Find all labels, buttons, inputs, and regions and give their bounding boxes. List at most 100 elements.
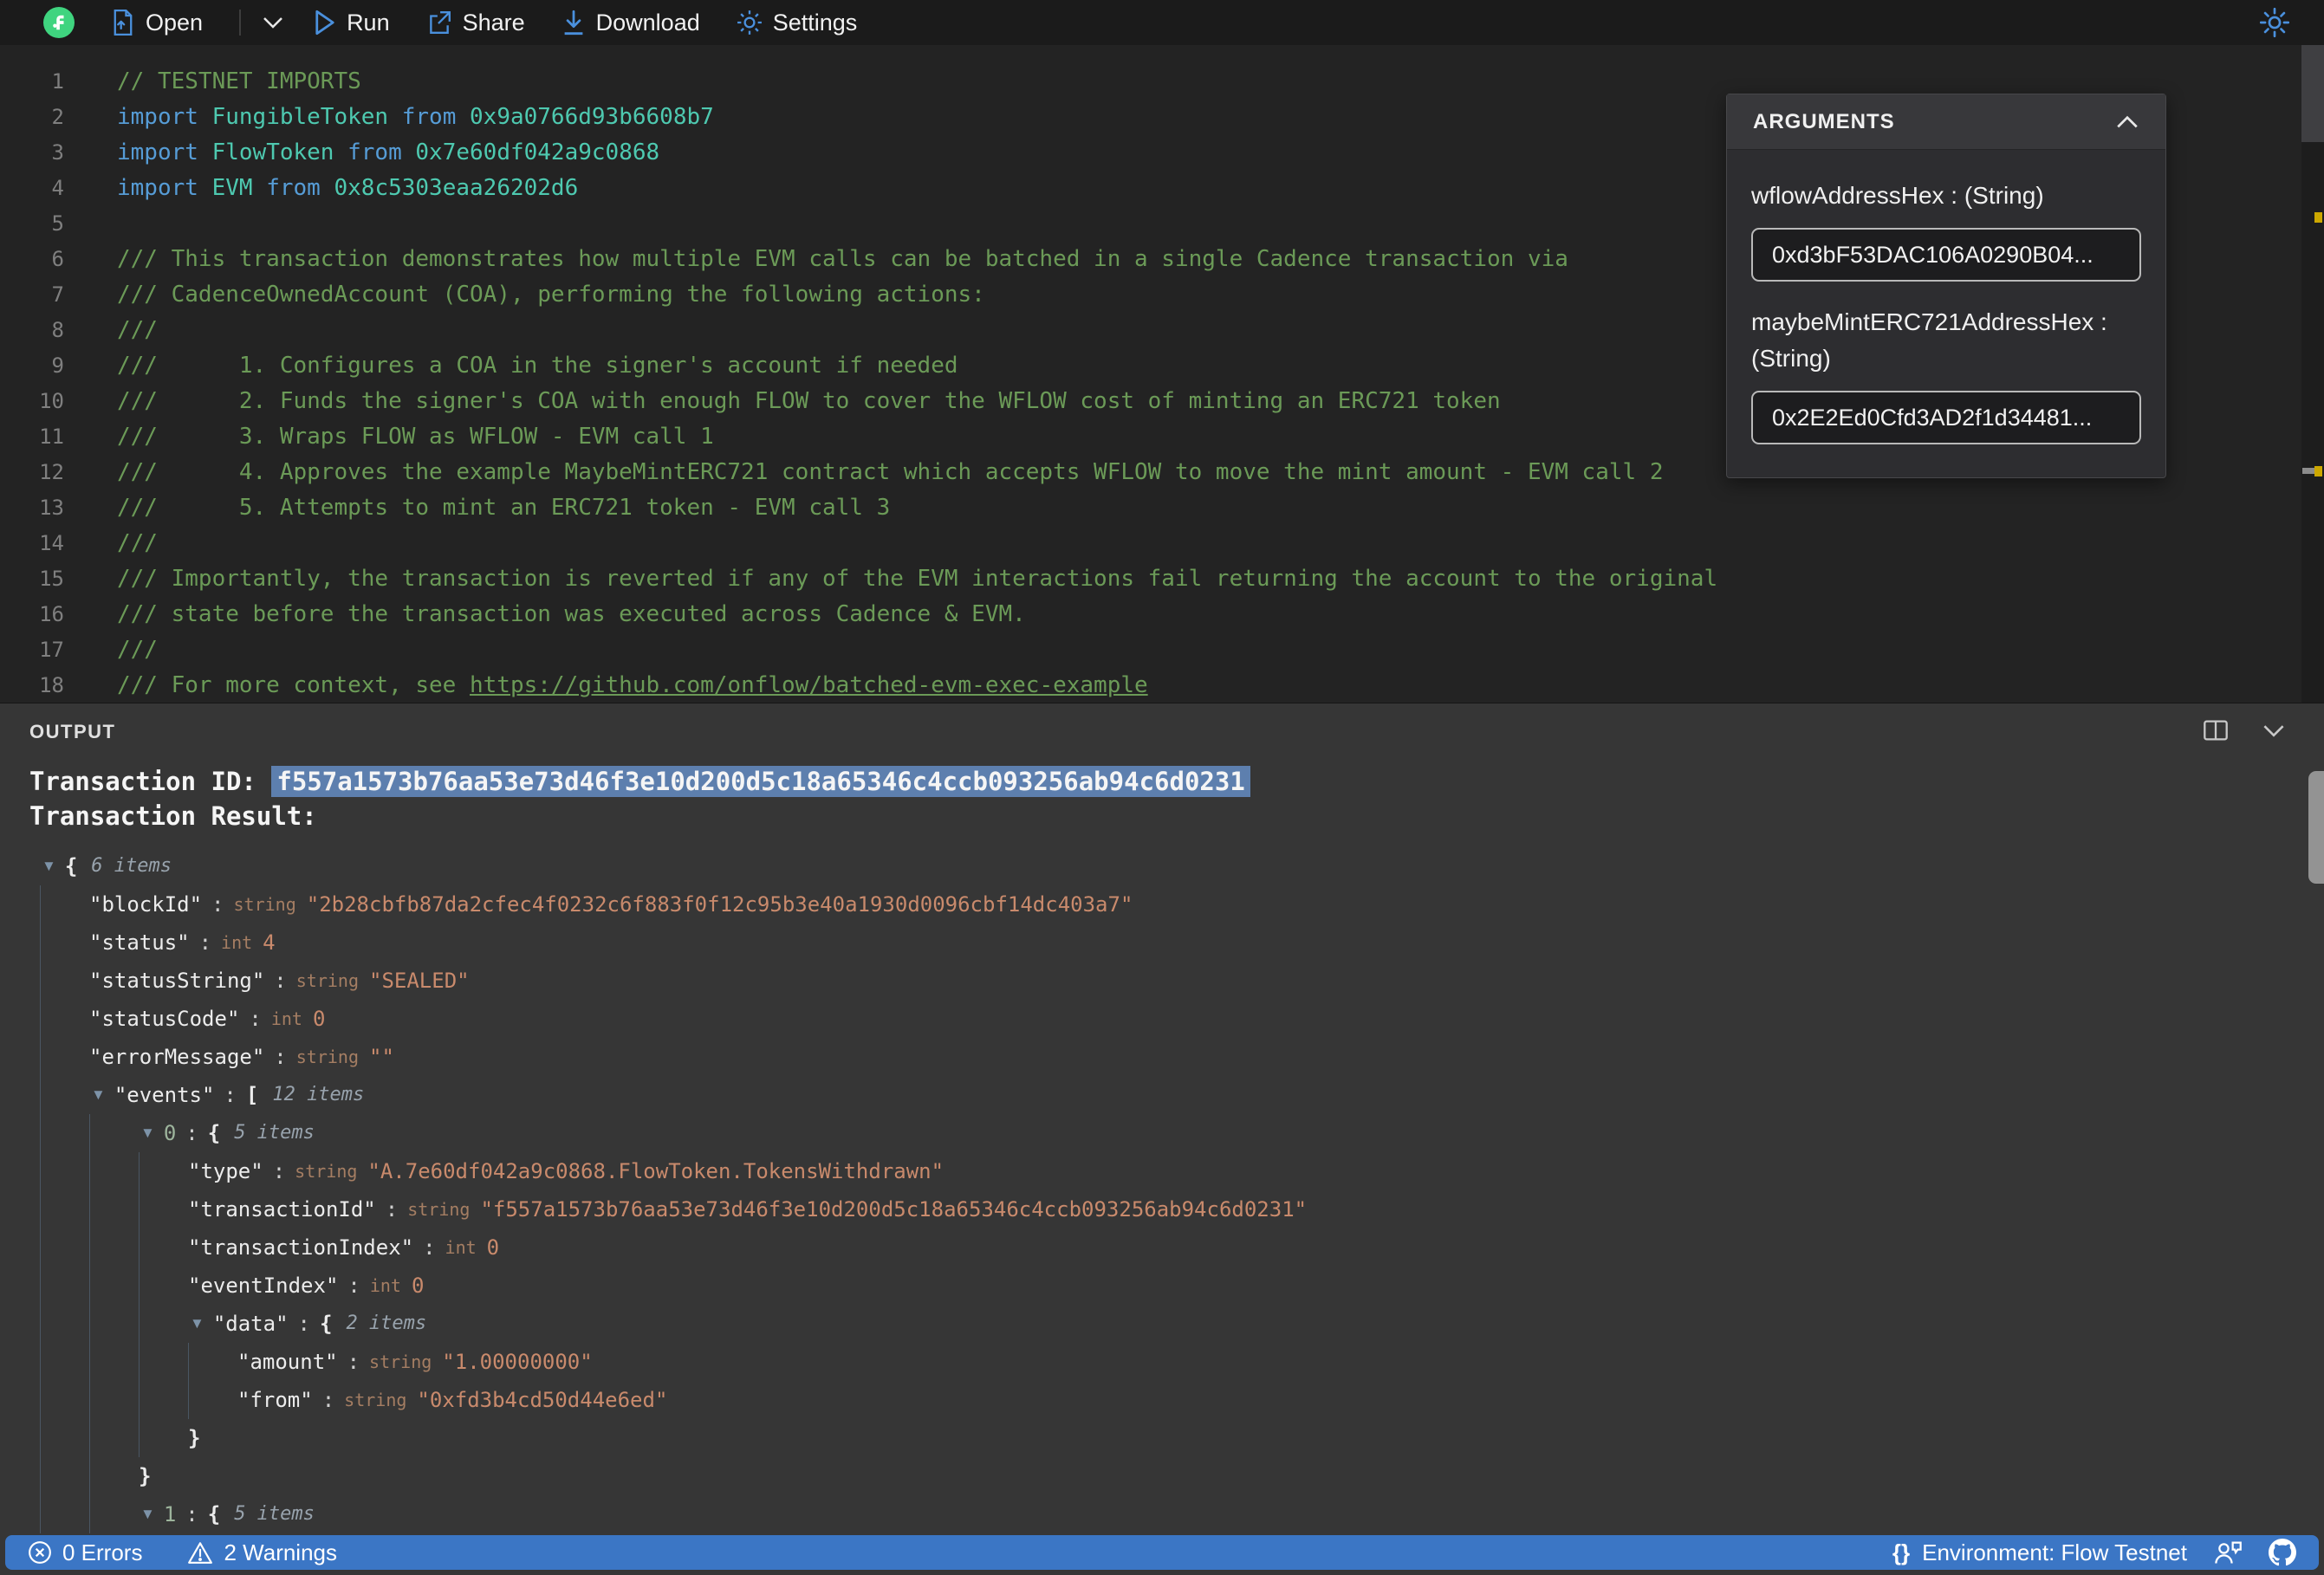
code-token: /// 5. Attempts to mint an ERC721 token … — [117, 495, 891, 521]
indent-guide — [89, 1305, 139, 1343]
json-type-label: string — [295, 1047, 359, 1067]
line-number: 14 — [39, 531, 64, 555]
chevron-up-icon[interactable] — [2115, 114, 2139, 130]
indent-guide — [89, 1381, 139, 1419]
play-icon — [315, 10, 334, 36]
chevron-down-icon — [263, 17, 282, 29]
open-dropdown-button[interactable] — [262, 16, 284, 29]
collapse-arrow-icon[interactable]: ▼ — [140, 1114, 155, 1152]
indent-guide — [40, 1076, 89, 1114]
code-line: /// — [117, 526, 1717, 561]
download-button[interactable]: Download — [562, 10, 700, 36]
indent-guide — [89, 1228, 139, 1267]
github-icon[interactable] — [2269, 1539, 2296, 1566]
collapse-arrow-icon[interactable]: ▼ — [42, 847, 56, 885]
indent-guide — [40, 1267, 89, 1305]
code-line: /// 5. Attempts to mint an ERC721 token … — [117, 490, 1717, 526]
indent-guide — [40, 1343, 89, 1381]
json-open-brace: { — [207, 1502, 221, 1526]
code-line: /// CadenceOwnedAccount (COA), performin… — [117, 277, 1717, 313]
arguments-panel-header[interactable]: ARGUMENTS — [1727, 94, 2165, 150]
errors-indicator[interactable]: 0 Errors — [28, 1539, 142, 1566]
editor-scrollbar-thumb[interactable] — [2301, 45, 2324, 142]
line-number: 1 — [51, 69, 64, 94]
code-token: /// CadenceOwnedAccount (COA), performin… — [117, 282, 985, 308]
open-button[interactable]: Open — [111, 10, 203, 36]
json-row: } — [29, 1457, 2324, 1495]
code-line: /// 4. Approves the example MaybeMintERC… — [117, 455, 1717, 490]
json-value: 0 — [486, 1235, 500, 1260]
theme-toggle-button[interactable] — [2260, 8, 2289, 37]
code-token: import — [117, 104, 198, 130]
line-number: 8 — [51, 318, 64, 342]
indent-guide — [89, 1190, 139, 1228]
indent-guide — [139, 1305, 188, 1343]
json-key: "transactionId" — [188, 1197, 376, 1222]
indent-guide — [40, 1190, 89, 1228]
share-button[interactable]: Share — [426, 10, 525, 36]
environment-label: Environment: Flow Testnet — [1922, 1539, 2187, 1565]
toolbar-divider — [239, 10, 242, 36]
json-key: "events" — [114, 1083, 215, 1107]
json-colon: : — [321, 1388, 335, 1412]
indent-guide — [139, 1190, 188, 1228]
code-token: /// state before the transaction was exe… — [117, 601, 1026, 627]
indent-guide — [40, 1228, 89, 1267]
code-line: import FlowToken from 0x7e60df042a9c0868 — [117, 135, 1717, 171]
json-value: 0 — [411, 1274, 425, 1298]
flow-logo[interactable] — [43, 7, 75, 38]
json-tree: ▼ {6 items "blockId": string "2b28cbfb87da2c… — [29, 847, 2324, 1533]
collapse-arrow-icon[interactable]: ▼ — [190, 1305, 204, 1343]
json-close-brace: } — [139, 1464, 152, 1488]
code-link[interactable]: https://github.com/onflow/batched-evm-ex… — [470, 672, 1148, 698]
line-number: 18 — [39, 673, 64, 697]
json-colon: : — [347, 1274, 360, 1298]
warnings-indicator[interactable]: 2 Warnings — [187, 1539, 337, 1566]
code-line: import FungibleToken from 0x9a0766d93b66… — [117, 100, 1717, 135]
json-value: "0xfd3b4cd50d44e6ed" — [417, 1388, 668, 1412]
indent-guide — [139, 1228, 188, 1267]
code-token: /// For more context, see — [117, 672, 470, 698]
code-line: /// Importantly, the transaction is reve… — [117, 561, 1717, 597]
flow-playground-app: Open Run Share Download Settings 1 2 3 4… — [0, 0, 2324, 1575]
argument-input-maybemint[interactable] — [1751, 391, 2141, 444]
line-number: 7 — [51, 282, 64, 307]
collapse-arrow-icon[interactable]: ▼ — [140, 1495, 155, 1533]
collapse-arrow-icon[interactable]: ▼ — [91, 1076, 106, 1114]
json-key: "transactionIndex" — [188, 1235, 414, 1260]
indent-guide — [139, 1419, 188, 1457]
json-key: "from" — [237, 1388, 313, 1412]
json-colon: : — [274, 1045, 287, 1069]
json-colon: : — [423, 1235, 436, 1260]
feedback-person-icon[interactable] — [2213, 1539, 2243, 1565]
download-icon — [564, 10, 583, 36]
json-value: "2b28cbfb87da2cfec4f0232c6f883f0f12c95b3… — [306, 892, 1133, 917]
indent-guide — [40, 1457, 89, 1495]
json-type-label: int — [270, 1008, 302, 1029]
code-token: 0x9a0766d93b6608b7 — [456, 104, 714, 130]
run-button[interactable]: Run — [314, 10, 390, 36]
argument-input-wflow[interactable] — [1751, 228, 2141, 282]
json-open-brace: { — [319, 1312, 333, 1336]
settings-button[interactable]: Settings — [737, 9, 858, 36]
json-open-brace: { — [64, 854, 78, 878]
code-token: import — [117, 139, 198, 165]
open-label: Open — [146, 9, 204, 36]
code-token: /// 2. Funds the signer's COA with enoug… — [117, 388, 1501, 414]
output-title: OUTPUT — [29, 721, 116, 742]
json-row: "amount": string "1.00000000" — [29, 1343, 2324, 1381]
line-number: 12 — [39, 460, 64, 484]
json-close-brace: } — [188, 1426, 201, 1450]
editor-scrollbar[interactable] — [2301, 45, 2324, 703]
collapse-output-chevron-icon[interactable] — [2262, 723, 2286, 738]
output-scrollbar-thumb[interactable] — [2308, 771, 2324, 884]
code-token: /// — [117, 637, 158, 663]
code-line: /// 2. Funds the signer's COA with enoug… — [117, 384, 1717, 419]
split-view-icon[interactable] — [2203, 719, 2229, 742]
json-key: "status" — [89, 930, 190, 955]
settings-label: Settings — [772, 9, 858, 36]
json-key: "errorMessage" — [89, 1045, 265, 1069]
indent-guide — [40, 1305, 89, 1343]
indent-guide — [40, 1000, 89, 1038]
code-token: EVM — [198, 175, 253, 201]
